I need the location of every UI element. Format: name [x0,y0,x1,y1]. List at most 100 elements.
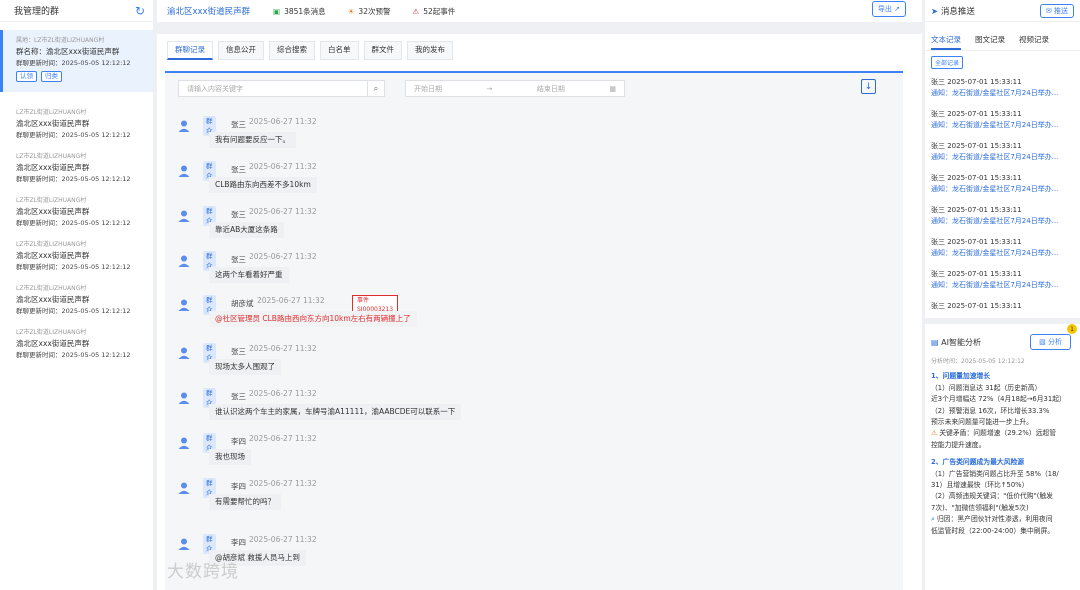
download-icon[interactable]: ↓ [861,79,876,94]
group-item[interactable]: LZ市ZL街道LIZHUANG村 渝北区xxx街道民声群 群聊更新时间：2025… [0,102,153,146]
finding-1-line-e: 关键矛盾：问题增速（29.2%）远超管 [939,429,1057,438]
send-icon: ➤ [931,6,939,17]
notification-item[interactable]: 张三 2025-07-01 15:33:11 通知：龙石街道/金星社区7月24日举… [925,141,1080,163]
analyze-button[interactable]: ▧ 分析 [1030,334,1071,350]
message-time: 2025-06-27 11:32 [249,344,317,353]
analyze-button-label: 分析 [1048,338,1062,346]
all-records-button[interactable]: 全部记录 [931,56,964,69]
message-time: 2025-06-27 11:32 [249,535,317,544]
notification-item[interactable]: 张三 2025-07-01 15:33:11 通知：龙石街道/金星社区7月24日举… [925,237,1080,259]
classify-tag-button[interactable]: 归类 [41,71,62,82]
notification-sender: 张三 2025-07-01 15:33:11 [931,238,1022,246]
notification-item[interactable]: 张三 2025-07-01 15:33:11 通知：龙石街道/金星社区7月24日举… [925,77,1080,99]
group-item[interactable]: LZ市ZL街道LIZHUANG村 渝北区xxx街道民声群 群聊更新时间：2025… [0,146,153,190]
chat-group-title: 渝北区xxx街道民声群 [167,7,251,17]
finding-2-line-f: 低监管时段（22:00-24:00）集中刷屏。 [931,526,1055,535]
notification-item[interactable]: 张三 2025-07-01 15:33:11 通知：龙石街道/金星社区7月24日举… [925,109,1080,131]
push-title-wrap: ➤ 消息推送 [931,5,975,17]
finding-1-line-d: 预示未来问题量可能进一步上升。 [931,418,1033,427]
group-list-panel: 我管理的群 ↻ 属地：LZ市ZL街道LIZHUANG村 群名称：渝北区xxx街道… [0,0,153,590]
user-avatar-icon [178,347,190,359]
chat-area: 请输入内容关键字 ⌕ 开始日期 → 结束日期 ▦ ↓ 群众 张三 2025-06-2… [165,71,903,590]
sender-name: 李四 [231,538,246,547]
user-avatar-icon [178,120,190,132]
push-title: 消息推送 [940,6,975,17]
finding-2-line-d: 7次)、"加微信领福利"(触发5次) [931,503,1029,512]
message-text: 谁认识这两个车主的家属，车牌号渝A11111，渝AABCDE可以联系一下 [209,404,462,420]
group-item[interactable]: LZ市ZL街道LIZHUANG村 渝北区xxx街道民声群 群聊更新时间：2025… [0,234,153,278]
notification-sender: 张三 2025-07-01 15:33:11 [931,302,1022,310]
push-tabs: 文本记录 图文记录 视频记录 [925,22,1080,50]
attribution: ⌕ 归因：黑产团伙针对性渗透，利用夜间 [931,514,1074,525]
analyze-icon: ▧ [1039,338,1046,346]
tab-image-records[interactable]: 图文记录 [975,34,1005,50]
group-list-title: 我管理的群 [14,7,60,17]
search-input[interactable]: 请输入内容关键字 [178,80,368,97]
mail-icon: ✉ [1045,6,1052,15]
date-range-picker[interactable]: 开始日期 → 结束日期 ▦ [405,80,625,97]
message-text: 这两个车看着好严重 [209,267,289,283]
group-update-time: 群聊更新时间：2025-05-05 12:12:12 [16,131,131,139]
group-update-time: 群聊更新时间：2025-05-05 12:12:12 [16,59,131,67]
search-icon[interactable]: ⌕ [368,80,385,97]
message-icon: ▣ [273,6,281,16]
group-name: 群名称：渝北区xxx街道民声群 [16,47,120,56]
ai-icon: ▤ [931,337,939,347]
notification-sender: 张三 2025-07-01 15:33:11 [931,78,1022,86]
finding-1-line-b: 近3个月增幅达 72%（4月18起→6月31起） [931,395,1066,404]
tab-group-files[interactable]: 群文件 [363,41,402,60]
sender-name: 张三 [231,347,246,356]
group-update-time: 群聊更新时间：2025-05-05 12:12:12 [16,351,131,359]
tab-search[interactable]: 综合搜索 [269,41,315,60]
refresh-icon[interactable]: ↻ [135,4,145,18]
warning-icon: ☀ [347,6,355,16]
notification-item[interactable]: 张三 2025-07-01 15:33:11 通知：龙石街道/金星社区7月24日举… [925,269,1080,291]
message-count: ▣ 3851条消息 [273,6,326,17]
group-name: 渝北区xxx街道民声群 [16,339,90,348]
notification-item[interactable]: 张三 2025-07-01 15:33:11 [925,301,1080,312]
user-avatar-icon [178,165,190,177]
key-conflict: ⚠ 关键矛盾：问题增速（29.2%）远超管 [931,428,1074,439]
group-name: 渝北区xxx街道民声群 [16,119,90,128]
tab-my-posts[interactable]: 我的发布 [407,41,453,60]
message-time: 2025-06-27 11:32 [249,434,317,443]
message-time: 2025-06-27 11:32 [249,479,317,488]
watermark-logo: 大数跨境 [167,562,239,582]
finding-1-heading: 1、问题量加速增长 [931,372,991,381]
group-name: 渝北区xxx街道民声群 [16,295,90,304]
event-count: ⚠ 52起事件 [412,6,455,17]
finding-1-line-c: （2）预警消息 16次，环比增长33.3% [931,406,1050,415]
sender-name: 胡彦斌 [231,299,254,308]
group-item[interactable]: LZ市ZL街道LIZHUANG村 渝北区xxx街道民声群 群聊更新时间：2025… [0,190,153,234]
group-update-time: 群聊更新时间：2025-05-05 12:12:12 [16,175,131,183]
export-button[interactable]: 导出 ↗ [871,1,906,17]
group-item[interactable]: 属地：LZ市ZL街道LIZHUANG村 群名称：渝北区xxx街道民声群 群聊更新… [0,30,153,92]
group-item[interactable]: LZ市ZL街道LIZHUANG村 渝北区xxx街道民声群 群聊更新时间：2025… [0,278,153,322]
finding-2-line-b: 31）且增速最快（环比↑50%） [931,481,1029,490]
chat-panel: 渝北区xxx街道民声群 ▣ 3851条消息 ☀ 32次预警 ⚠ 52起事件 导出… [157,0,922,590]
notification-text: 通知：龙石街道/金星社区7月24日举办... [931,121,1059,129]
push-header: ➤ 消息推送 ✉ 推送 [925,0,1080,22]
tab-text-records[interactable]: 文本记录 [931,34,961,50]
claim-tag-button[interactable]: 认领 [16,71,37,82]
tab-chat-records[interactable]: 群聊记录 [167,41,213,60]
notification-item[interactable]: 张三 2025-07-01 15:33:11 通知：龙石街道/金星社区7月24日举… [925,173,1080,195]
push-button[interactable]: ✉ 推送 [1039,3,1074,18]
user-avatar-icon [178,437,190,449]
message-text: 我也现场 [209,449,251,465]
message-time: 2025-06-27 11:32 [249,162,317,171]
search-row: 请输入内容关键字 ⌕ 开始日期 → 结束日期 ▦ [178,80,625,97]
group-item[interactable]: LZ市ZL街道LIZHUANG村 渝北区xxx街道民声群 群聊更新时间：2025… [0,322,153,366]
group-list-header: 我管理的群 ↻ [0,0,153,22]
notification-sender: 张三 2025-07-01 15:33:11 [931,110,1022,118]
notification-text: 通知：龙石街道/金星社区7月24日举办... [931,89,1059,97]
sender-name: 李四 [231,437,246,446]
tab-whitelist[interactable]: 白名单 [320,41,359,60]
message-text: 有需要帮忙的吗？ [209,494,281,510]
tab-public-info[interactable]: 信息公开 [218,41,264,60]
tab-video-records[interactable]: 视频记录 [1019,34,1049,50]
analysis-time: 分析时间：2025-05-05 12:12:12 [931,358,1025,365]
message-text: @社区管理员 CLB路由西向东方向10km左右有两辆撞上了 [209,311,417,327]
finding-1-line-f: 控能力提升速度。 [931,440,986,449]
notification-item[interactable]: 张三 2025-07-01 15:33:11 通知：龙石街道/金星社区7月24日举… [925,205,1080,227]
